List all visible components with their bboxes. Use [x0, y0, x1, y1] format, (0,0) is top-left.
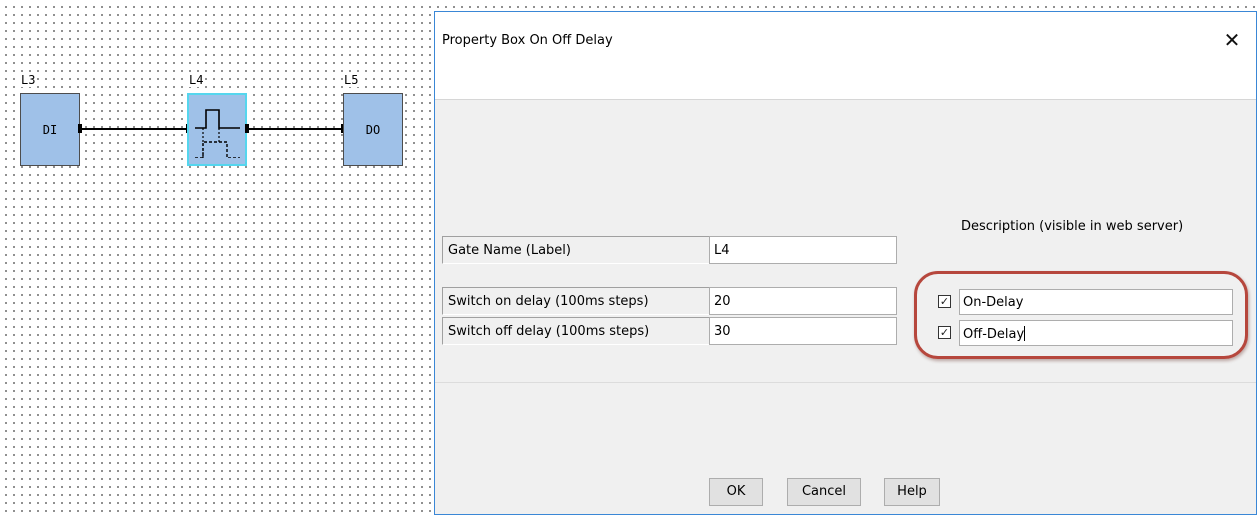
dialog-titlebar[interactable]: Property Box On Off Delay ✕: [435, 12, 1256, 99]
on-off-delay-symbol-icon: [192, 98, 242, 161]
close-icon[interactable]: ✕: [1220, 28, 1244, 52]
gate-label-l5: L5: [343, 73, 360, 87]
cancel-button[interactable]: Cancel: [787, 478, 861, 506]
gate-block-di-text: DI: [42, 122, 58, 137]
switch-off-delay-label: Switch off delay (100ms steps): [442, 317, 711, 345]
description-header: Description (visible in web server): [961, 219, 1184, 234]
connector-pin: [78, 124, 82, 133]
switch-off-delay-input[interactable]: 30: [709, 317, 897, 345]
gate-block-di[interactable]: DI: [20, 93, 80, 166]
property-box-dialog: Property Box On Off Delay ✕ Gate Name (L…: [434, 11, 1257, 515]
dialog-title: Property Box On Off Delay: [442, 33, 613, 48]
connection-wire-l3-l4: [80, 128, 188, 130]
gate-block-do-text: DO: [365, 122, 381, 137]
switch-on-delay-label: Switch on delay (100ms steps): [442, 287, 711, 315]
gate-block-do[interactable]: DO: [343, 93, 403, 166]
gate-label-l4: L4: [188, 73, 205, 87]
help-button[interactable]: Help: [884, 478, 940, 506]
connector-pin: [245, 124, 249, 133]
gate-name-label: Gate Name (Label): [442, 236, 711, 264]
gate-label-l3: L3: [20, 73, 37, 87]
gate-block-on-off-delay[interactable]: [187, 93, 247, 166]
switch-on-delay-input[interactable]: 20: [709, 287, 897, 315]
annotation-highlight-ring: [914, 271, 1248, 359]
ok-button[interactable]: OK: [709, 478, 763, 506]
connection-wire-l4-l5: [247, 128, 344, 130]
gate-name-input[interactable]: L4: [709, 236, 897, 264]
logic-canvas[interactable]: L3 DI L4 L5 DO: [0, 0, 434, 515]
